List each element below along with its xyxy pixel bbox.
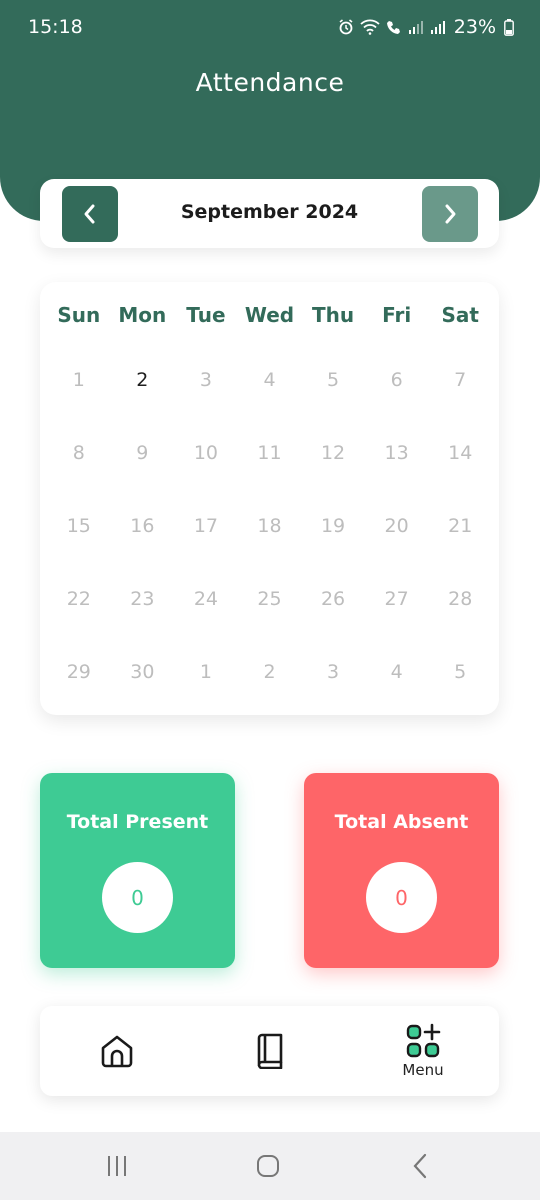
calendar-week-row: 22 23 24 25 26 27 28: [47, 588, 492, 610]
calendar-day[interactable]: 1: [47, 369, 111, 391]
total-present-label: Total Present: [66, 811, 209, 833]
calendar-day[interactable]: 17: [174, 515, 238, 537]
calendar-day[interactable]: 18: [238, 515, 302, 537]
weekday-label: Mon: [118, 303, 167, 327]
calendar-day[interactable]: 1: [174, 661, 238, 683]
weekday-label: Wed: [244, 303, 295, 327]
status-time: 15:18: [28, 16, 83, 38]
signal-icon-1: [408, 21, 423, 34]
calendar-day[interactable]: 24: [174, 588, 238, 610]
system-navigation-bar: [0, 1132, 540, 1200]
book-icon: [257, 1033, 283, 1069]
calendar-day[interactable]: 6: [365, 369, 429, 391]
back-chevron-icon: [413, 1153, 427, 1179]
weekday-label: Sat: [441, 303, 479, 327]
calendar-week-row: 1 2 3 4 5 6 7: [47, 369, 492, 391]
page-title: Attendance: [195, 68, 345, 97]
total-absent-value: 0: [366, 862, 437, 933]
calendar-day[interactable]: 26: [301, 588, 365, 610]
calendar-day[interactable]: 3: [174, 369, 238, 391]
calendar-day[interactable]: 5: [301, 369, 365, 391]
home-circle-icon: [257, 1155, 279, 1177]
calendar-day[interactable]: 12: [301, 442, 365, 464]
calendar-day[interactable]: 11: [238, 442, 302, 464]
home-icon: [101, 1035, 133, 1068]
calendar-day[interactable]: 4: [238, 369, 302, 391]
calendar-day[interactable]: 28: [428, 588, 492, 610]
weekday-label: Thu: [312, 303, 355, 327]
wifi-calling-icon: [386, 21, 400, 34]
calendar-day-highlighted[interactable]: 2: [111, 369, 175, 391]
weekday-header-row: Sun Mon Tue Wed Thu Fri Sat: [47, 303, 492, 327]
weekday-label: Tue: [186, 303, 226, 327]
calendar-day[interactable]: 3: [301, 661, 365, 683]
recent-apps-button[interactable]: [104, 1152, 130, 1180]
menu-grid-icon: [406, 1023, 441, 1058]
weekday-label: Fri: [382, 303, 412, 327]
calendar-day[interactable]: 2: [238, 661, 302, 683]
calendar-day[interactable]: 9: [111, 442, 175, 464]
battery-percentage: 23%: [453, 16, 496, 38]
back-system-button[interactable]: [408, 1152, 434, 1180]
calendar-day[interactable]: 14: [428, 442, 492, 464]
calendar-day[interactable]: 4: [365, 661, 429, 683]
status-bar: 15:18 23%: [0, 0, 540, 56]
home-system-button[interactable]: [255, 1152, 281, 1180]
calendar-week-row: 15 16 17 18 19 20 21: [47, 515, 492, 537]
calendar-day[interactable]: 27: [365, 588, 429, 610]
calendar-day[interactable]: 21: [428, 515, 492, 537]
calendar-day[interactable]: 16: [111, 515, 175, 537]
month-navigator: September 2024: [40, 179, 499, 248]
status-icons: [338, 19, 446, 35]
calendar-day[interactable]: 8: [47, 442, 111, 464]
total-absent-card: Total Absent 0: [304, 773, 499, 968]
calendar-day[interactable]: 15: [47, 515, 111, 537]
status-right: 23%: [338, 16, 514, 38]
menu-nav-button[interactable]: Menu: [390, 1006, 456, 1096]
book-nav-button[interactable]: [248, 1006, 292, 1096]
total-present-card: Total Present 0: [40, 773, 235, 968]
chevron-right-icon: [445, 204, 456, 224]
total-absent-label: Total Absent: [334, 811, 469, 833]
battery-icon: [504, 18, 514, 36]
total-present-value: 0: [102, 862, 173, 933]
calendar-day[interactable]: 7: [428, 369, 492, 391]
weekday-label: Sun: [57, 303, 101, 327]
calendar-week-row: 29 30 1 2 3 4 5: [47, 661, 492, 683]
calendar-week-row: 8 9 10 11 12 13 14: [47, 442, 492, 464]
calendar-day[interactable]: 22: [47, 588, 111, 610]
recent-apps-icon: [108, 1156, 126, 1176]
calendar-day[interactable]: 5: [428, 661, 492, 683]
calendar-day[interactable]: 13: [365, 442, 429, 464]
next-month-button[interactable]: [422, 186, 478, 242]
calendar-grid: Sun Mon Tue Wed Thu Fri Sat 1 2 3 4 5 6 …: [40, 282, 499, 715]
bottom-navigation: Menu: [40, 1006, 499, 1096]
calendar-day[interactable]: 19: [301, 515, 365, 537]
calendar-day[interactable]: 23: [111, 588, 175, 610]
calendar-day[interactable]: 30: [111, 661, 175, 683]
calendar-day[interactable]: 29: [47, 661, 111, 683]
alarm-icon: [339, 19, 353, 35]
calendar-day[interactable]: 25: [238, 588, 302, 610]
signal-icon-2: [430, 21, 445, 34]
calendar-day[interactable]: 10: [174, 442, 238, 464]
menu-label: Menu: [402, 1061, 444, 1079]
calendar-day[interactable]: 20: [365, 515, 429, 537]
wifi-icon: [360, 19, 380, 35]
home-nav-button[interactable]: [95, 1006, 139, 1096]
